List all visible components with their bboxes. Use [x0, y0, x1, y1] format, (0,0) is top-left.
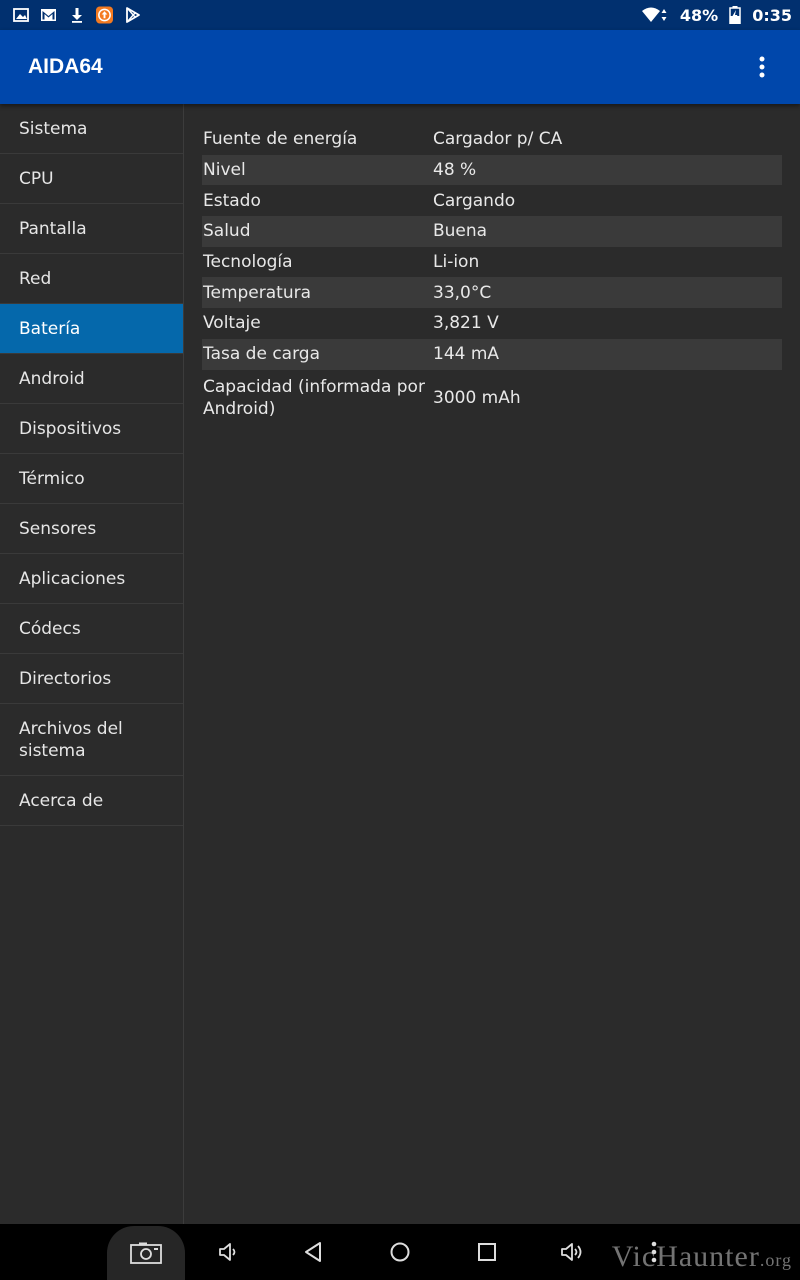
sidebar-item-android[interactable]: Android: [0, 354, 183, 404]
info-label: Estado: [203, 190, 261, 211]
info-value: Cargador p/ CA: [433, 129, 563, 150]
system-status: 48% 0:35: [641, 6, 792, 25]
info-value: 48 %: [433, 160, 477, 181]
image-icon: [12, 7, 29, 24]
info-label: Salud: [203, 221, 251, 242]
wifi-icon: [641, 7, 669, 24]
sidebar-item-acerca-de[interactable]: Acerca de: [0, 776, 183, 826]
info-label: Capacidad (informada por Android): [203, 376, 425, 419]
info-label: Voltaje: [203, 313, 261, 334]
more-vert-icon: [759, 56, 765, 78]
sidebar-item-label: Pantalla: [19, 218, 87, 239]
battery-info-panel: Fuente de energía Cargador p/ CA Nivel 4…: [184, 104, 800, 1224]
watermark-text: VicHaunter: [611, 1240, 760, 1273]
info-label: Nivel: [203, 160, 246, 181]
sidebar-item-cpu[interactable]: CPU: [0, 154, 183, 204]
download-icon: [68, 7, 85, 24]
sidebar-item-label: Sensores: [19, 518, 97, 539]
overflow-menu-button[interactable]: [752, 47, 772, 87]
info-label: Tecnología: [203, 252, 293, 273]
info-row-capacidad: Capacidad (informada por Android) 3000 m…: [202, 370, 782, 426]
app-title: AIDA64: [28, 55, 103, 78]
navigation-bar: VicHaunter.org: [0, 1224, 800, 1280]
info-value: Li-ion: [433, 252, 480, 273]
notification-icons: [12, 6, 141, 24]
clock: 0:35: [752, 5, 792, 25]
sidebar-item-label: Red: [19, 268, 52, 289]
info-label: Temperatura: [203, 282, 312, 303]
app-bar: AIDA64: [0, 30, 800, 104]
battery-percent: 48%: [679, 5, 719, 25]
sidebar-item-aplicaciones[interactable]: Aplicaciones: [0, 554, 183, 604]
sidebar-item-label: Térmico: [19, 468, 85, 489]
sidebar-item-sensores[interactable]: Sensores: [0, 504, 183, 554]
gmail-icon: [40, 7, 57, 24]
sidebar-item-label: Aplicaciones: [19, 568, 126, 589]
sidebar-item-label: Directorios: [19, 668, 112, 689]
info-row-salud: Salud Buena: [202, 216, 782, 247]
info-value: Cargando: [433, 190, 516, 211]
status-bar: 48% 0:35: [0, 0, 800, 30]
sidebar-item-label: Android: [19, 368, 85, 389]
volume-down-icon: [219, 1243, 236, 1261]
sidebar-item-label: Archivos del sistema: [19, 718, 123, 761]
sidebar-item-label: Batería: [19, 318, 81, 339]
sidebar-item-label: CPU: [19, 168, 54, 189]
info-row-tasa-de-carga: Tasa de carga 144 mA: [202, 338, 782, 370]
info-row-nivel: Nivel 48 %: [202, 154, 782, 186]
watermark-suffix: .org: [759, 1250, 792, 1270]
upload-app-icon: [96, 6, 113, 24]
category-sidebar: Sistema CPU Pantalla Red Batería Android…: [0, 104, 184, 1224]
info-row-voltaje: Voltaje 3,821 V: [202, 308, 782, 339]
sidebar-item-red[interactable]: Red: [0, 254, 183, 304]
volume-up-icon: [561, 1243, 582, 1261]
sidebar-item-sistema[interactable]: Sistema: [0, 104, 183, 154]
sidebar-item-directorios[interactable]: Directorios: [0, 654, 183, 704]
sidebar-item-dispositivos[interactable]: Dispositivos: [0, 404, 183, 454]
sidebar-item-label: Dispositivos: [19, 418, 122, 439]
home-icon: [390, 1242, 410, 1262]
back-icon: [305, 1242, 321, 1262]
info-row-tecnologia: Tecnología Li-ion: [202, 247, 782, 278]
info-value: 33,0°C: [433, 282, 492, 303]
screenshot-button[interactable]: [107, 1226, 185, 1280]
sidebar-item-codecs[interactable]: Códecs: [0, 604, 183, 654]
home-button[interactable]: [370, 1224, 430, 1280]
sidebar-item-label: Acerca de: [19, 790, 104, 811]
info-value: 144 mA: [433, 344, 500, 365]
volume-down-button[interactable]: [198, 1224, 258, 1280]
watermark: VicHaunter.org: [612, 1240, 792, 1274]
recents-icon: [478, 1243, 496, 1261]
back-button[interactable]: [283, 1224, 343, 1280]
play-store-icon: [124, 7, 141, 24]
recents-button[interactable]: [457, 1224, 517, 1280]
sidebar-item-bateria[interactable]: Batería: [0, 304, 183, 354]
info-row-fuente: Fuente de energía Cargador p/ CA: [202, 124, 782, 155]
info-value: 3,821 V: [433, 313, 499, 334]
sidebar-item-archivos-del-sistema[interactable]: Archivos del sistema: [0, 704, 183, 776]
sidebar-item-label: Sistema: [19, 118, 88, 139]
info-label: Tasa de carga: [203, 344, 320, 365]
sidebar-item-label: Códecs: [19, 618, 81, 639]
sidebar-item-pantalla[interactable]: Pantalla: [0, 204, 183, 254]
screenshot-icon: [130, 1242, 162, 1264]
info-value: 3000 mAh: [433, 387, 521, 408]
info-row-estado: Estado Cargando: [202, 185, 782, 216]
info-label: Fuente de energía: [203, 129, 358, 150]
volume-up-button[interactable]: [542, 1224, 602, 1280]
info-value: Buena: [433, 221, 488, 242]
battery-charging-icon: [729, 6, 741, 24]
info-row-temperatura: Temperatura 33,0°C: [202, 277, 782, 309]
sidebar-item-termico[interactable]: Térmico: [0, 454, 183, 504]
